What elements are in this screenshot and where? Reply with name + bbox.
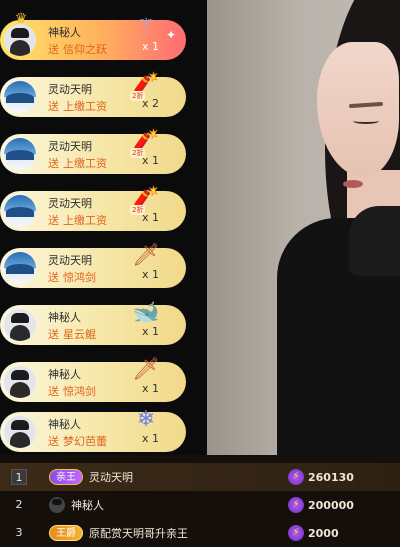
leaderboard-score: ⚡ 260130 bbox=[288, 469, 354, 485]
gift-text: 送梦幻芭蕾 bbox=[48, 433, 107, 449]
gift-row[interactable]: 灵动天明 送上缴工资 🧨 2折 x 1 bbox=[0, 129, 186, 174]
gift-row[interactable]: 神秘人 送惊鸿剑 🗡 x 1 bbox=[0, 357, 186, 402]
rank-number: 1 bbox=[11, 469, 27, 485]
leaderboard-row[interactable]: 1 亲王 灵动天明 ⚡ 260130 bbox=[0, 463, 400, 491]
gift-name: 上缴工资 bbox=[63, 100, 107, 113]
gift-text: 送惊鸿剑 bbox=[48, 269, 96, 285]
leaderboard-score: ⚡ 200000 bbox=[288, 497, 354, 513]
staff-icon: ⚚ bbox=[136, 14, 156, 40]
gift-verb: 送 bbox=[48, 328, 59, 341]
gift-text: 送上缴工资 bbox=[48, 212, 107, 228]
user-avatar[interactable] bbox=[4, 366, 36, 398]
gift-row[interactable]: 灵动天明 送上缴工资 🧨 2折 x 2 bbox=[0, 72, 186, 117]
gift-text: 送信仰之跃 bbox=[48, 41, 107, 57]
gift-row[interactable]: 神秘人 送梦幻芭蕾 ❄ x 1 bbox=[0, 407, 186, 452]
lightning-icon: ⚡ bbox=[288, 525, 304, 541]
gift-text: 送星云鲲 bbox=[48, 326, 96, 342]
gift-user-name: 神秘人 bbox=[48, 418, 81, 431]
gift-count: x 1 bbox=[142, 268, 160, 281]
gift-count: x 1 bbox=[142, 325, 160, 338]
rank-number: 3 bbox=[15, 526, 23, 539]
noble-badge: 亲王 bbox=[49, 469, 83, 485]
user-avatar[interactable] bbox=[4, 24, 36, 56]
gift-count: x 1 bbox=[142, 432, 160, 445]
leaderboard-name: 灵动天明 bbox=[89, 471, 133, 484]
contribution-leaderboard: 1 亲王 灵动天明 ⚡ 260130 2 神秘人 ⚡ 200000 3 王爵 原… bbox=[0, 455, 400, 547]
gift-count: x 1 bbox=[142, 154, 160, 167]
crown-icon: ♛ bbox=[14, 11, 28, 27]
gift-row[interactable]: ♛ 神秘人 送信仰之跃 ⚚ x 1 ✦ bbox=[0, 12, 186, 60]
gift-row[interactable]: 灵动天明 送上缴工资 🧨 2折 x 1 bbox=[0, 186, 186, 231]
gift-user-name: 神秘人 bbox=[48, 26, 81, 39]
rank-number: 2 bbox=[15, 498, 23, 511]
leaderboard-name: 神秘人 bbox=[71, 499, 104, 512]
gift-text: 送惊鸿剑 bbox=[48, 383, 96, 399]
fish-icon: 🐋 bbox=[132, 299, 160, 325]
sword-icon: 🗡 bbox=[132, 242, 160, 268]
user-avatar[interactable] bbox=[49, 497, 65, 513]
gift-name: 上缴工资 bbox=[63, 157, 107, 170]
sparkle-icon: ✦ bbox=[166, 28, 177, 42]
live-video-area[interactable] bbox=[207, 0, 400, 455]
gift-name: 星云鲲 bbox=[63, 328, 96, 341]
gift-verb: 送 bbox=[48, 100, 59, 113]
gift-name: 梦幻芭蕾 bbox=[63, 435, 107, 448]
gift-name: 上缴工资 bbox=[63, 214, 107, 227]
gift-verb: 送 bbox=[48, 271, 59, 284]
score-value: 200000 bbox=[308, 498, 354, 512]
sword-icon: 🗡 bbox=[132, 356, 160, 382]
gift-user-name: 灵动天明 bbox=[48, 197, 92, 210]
gift-count: x 1 bbox=[142, 382, 160, 395]
gift-name: 惊鸿剑 bbox=[63, 271, 96, 284]
gift-user-name: 神秘人 bbox=[48, 368, 81, 381]
leaderboard-score: ⚡ 2000 bbox=[288, 525, 339, 541]
gift-name: 信仰之跃 bbox=[63, 43, 107, 56]
gift-user-name: 灵动天明 bbox=[48, 254, 92, 267]
gift-feed: ♛ 神秘人 送信仰之跃 ⚚ x 1 ✦ 灵动天明 送上缴工资 🧨 2折 x 2 … bbox=[0, 0, 207, 455]
noble-badge: 王爵 bbox=[49, 525, 83, 541]
gift-text: 送上缴工资 bbox=[48, 155, 107, 171]
streamer-eye bbox=[353, 118, 379, 124]
score-value: 260130 bbox=[308, 470, 354, 484]
gift-verb: 送 bbox=[48, 385, 59, 398]
gift-count: x 1 bbox=[142, 40, 160, 53]
gift-user-name: 神秘人 bbox=[48, 311, 81, 324]
user-avatar[interactable] bbox=[4, 416, 36, 448]
leaderboard-row[interactable]: 2 神秘人 ⚡ 200000 bbox=[0, 491, 400, 519]
user-avatar[interactable] bbox=[4, 309, 36, 341]
lightning-icon: ⚡ bbox=[288, 497, 304, 513]
score-value: 2000 bbox=[308, 526, 339, 540]
gift-verb: 送 bbox=[48, 157, 59, 170]
gift-verb: 送 bbox=[48, 43, 59, 56]
gift-verb: 送 bbox=[48, 214, 59, 227]
user-avatar[interactable] bbox=[4, 81, 36, 113]
leaderboard-name: 原配赏天明哥升亲王 bbox=[89, 527, 188, 540]
gift-user-name: 灵动天明 bbox=[48, 140, 92, 153]
gift-user-name: 灵动天明 bbox=[48, 83, 92, 96]
gift-name: 惊鸿剑 bbox=[63, 385, 96, 398]
user-avatar[interactable] bbox=[4, 138, 36, 170]
gift-row[interactable]: 灵动天明 送惊鸿剑 🗡 x 1 bbox=[0, 243, 186, 288]
user-avatar[interactable] bbox=[4, 252, 36, 284]
streamer-lips bbox=[343, 180, 363, 188]
streamer-collar bbox=[349, 206, 400, 276]
ballet-icon: ❄ bbox=[136, 406, 156, 432]
user-avatar[interactable] bbox=[4, 195, 36, 227]
gift-count: x 2 bbox=[142, 97, 160, 110]
gift-count: x 1 bbox=[142, 211, 160, 224]
gift-row[interactable]: 神秘人 送星云鲲 🐋 x 1 bbox=[0, 300, 186, 345]
gift-verb: 送 bbox=[48, 435, 59, 448]
gift-text: 送上缴工资 bbox=[48, 98, 107, 114]
lightning-icon: ⚡ bbox=[288, 469, 304, 485]
leaderboard-row[interactable]: 3 王爵 原配赏天明哥升亲王 ⚡ 2000 bbox=[0, 519, 400, 547]
